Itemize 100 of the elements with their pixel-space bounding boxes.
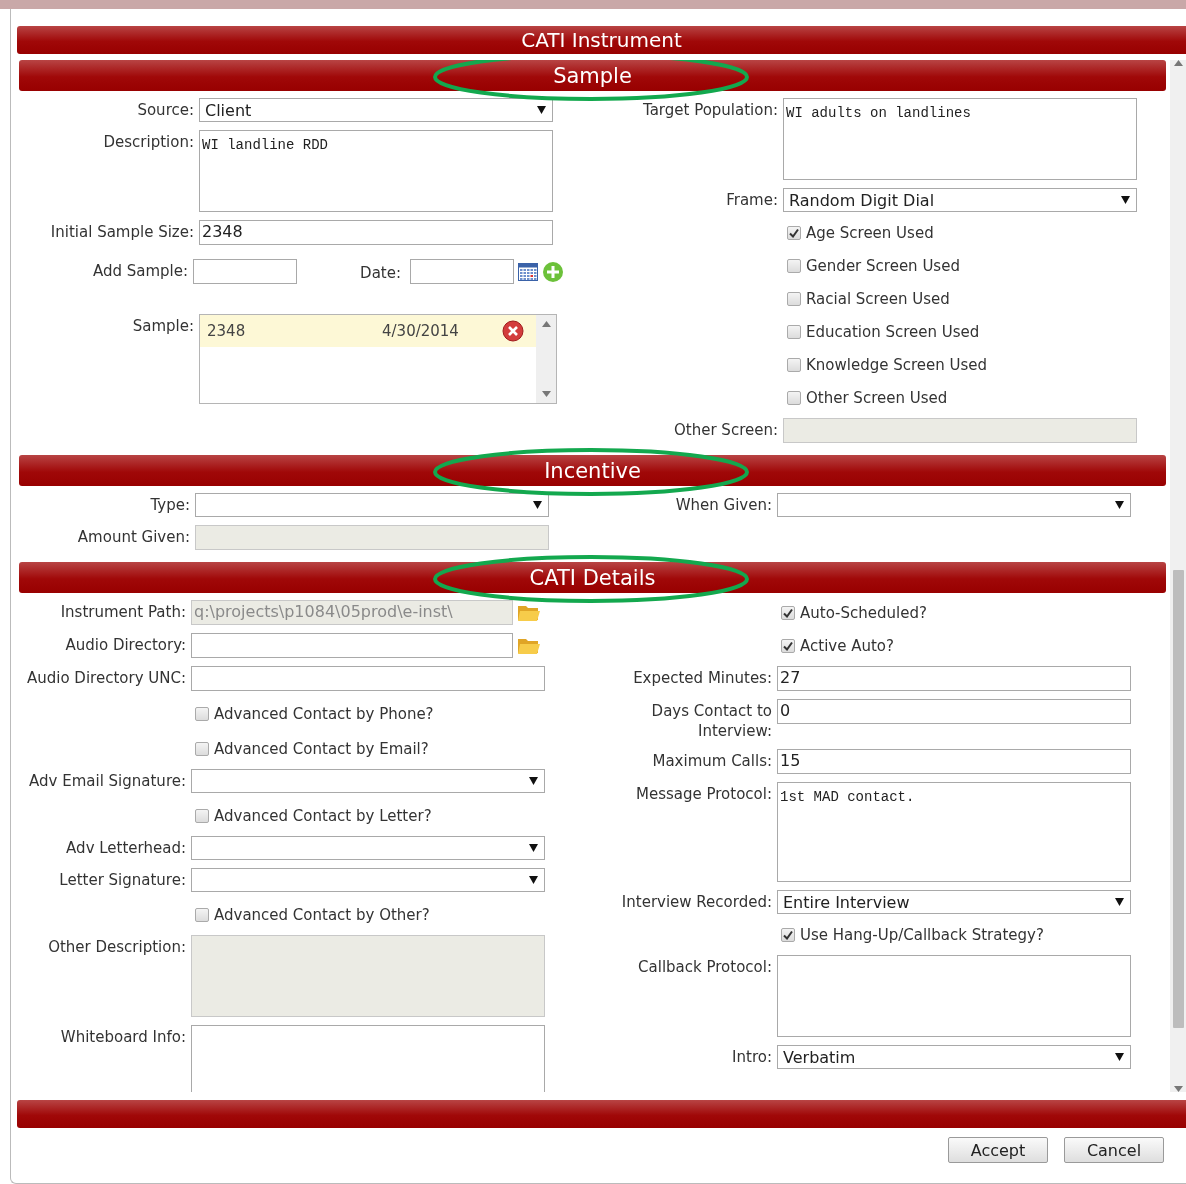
checkbox[interactable] [787, 358, 801, 372]
caret-icon [1115, 501, 1124, 509]
check-icon [783, 608, 793, 618]
checkbox-label: Active Auto? [800, 637, 894, 655]
checkbox[interactable] [195, 742, 209, 756]
field-label: Other Screen: [673, 420, 779, 440]
field-label: Amount Given: [76, 527, 191, 547]
field-label: Adv Email Signature: [28, 771, 187, 791]
date-field[interactable] [410, 259, 514, 284]
field-label: Description: [102, 132, 195, 152]
dialog-title: CATI Instrument [17, 26, 1186, 54]
checkbox[interactable] [195, 707, 209, 721]
checkbox[interactable] [787, 325, 801, 339]
dropdown-field[interactable] [195, 493, 549, 517]
dropdown-field[interactable] [191, 769, 545, 793]
dropdown-field[interactable]: Entire Interview [777, 890, 1131, 914]
dropdown-field[interactable]: Client [199, 98, 553, 122]
checkbox[interactable] [787, 226, 801, 240]
list-scrollbar[interactable] [536, 315, 556, 403]
checkbox-label: Racial Screen Used [806, 290, 950, 308]
caret-icon [1115, 898, 1124, 906]
checkbox[interactable] [787, 259, 801, 273]
field-label: Callback Protocol: [637, 957, 773, 977]
checkbox[interactable] [781, 928, 795, 942]
text-area[interactable] [191, 1025, 545, 1092]
text-area[interactable]: 1st MAD contact. [777, 782, 1131, 882]
text-field[interactable]: 27 [777, 666, 1131, 691]
dialog-button[interactable]: Cancel [1064, 1137, 1164, 1163]
checkbox-label: Knowledge Screen Used [806, 356, 988, 374]
check-icon [783, 641, 793, 651]
scroll-up-icon[interactable] [1173, 60, 1183, 66]
caret-icon [537, 106, 546, 114]
checkbox-label: Advanced Contact by Letter? [214, 807, 432, 825]
field-label: Other Description: [47, 937, 187, 957]
field-label: Frame: [725, 190, 779, 210]
caret-icon [533, 501, 542, 509]
dropdown-field[interactable] [191, 836, 545, 860]
field-label: Whiteboard Info: [59, 1027, 187, 1047]
field-label: Source: [136, 100, 195, 120]
checkbox-label: Other Screen Used [806, 389, 948, 407]
checkbox-label: Use Hang-Up/Callback Strategy? [800, 926, 1044, 944]
text-field[interactable] [191, 666, 545, 691]
folder-icon[interactable] [517, 603, 541, 622]
caret-icon [529, 876, 538, 884]
checkbox-label: Gender Screen Used [806, 257, 960, 275]
caret-icon [1121, 196, 1130, 204]
text-area[interactable] [777, 955, 1131, 1037]
caret-icon [1115, 1053, 1124, 1061]
checkbox-label: Advanced Contact by Phone? [214, 705, 434, 723]
scrollbar[interactable] [1170, 60, 1186, 1092]
field-label: Target Population: [641, 100, 779, 120]
check-icon [789, 228, 799, 238]
sample-date: 4/30/2014 [382, 322, 460, 340]
text-field[interactable]: 15 [777, 749, 1131, 774]
field-label: Date: [359, 262, 402, 283]
text-field[interactable] [193, 259, 297, 284]
field-label: Intro: [731, 1047, 773, 1067]
field-label: Initial Sample Size: [49, 222, 195, 242]
dropdown-field[interactable] [191, 868, 545, 892]
field-label: Type: [149, 495, 191, 515]
field-label: Audio Directory UNC: [25, 668, 187, 688]
field-label: Adv Letterhead: [65, 838, 187, 858]
sample-count: 2348 [207, 322, 247, 340]
checkbox-label: Auto-Scheduled? [800, 604, 927, 622]
check-icon [783, 930, 793, 940]
field-label: Days Contact to Interview: [650, 701, 773, 741]
scroll-up-icon[interactable] [541, 321, 551, 327]
dropdown-field[interactable]: Verbatim [777, 1045, 1131, 1069]
text-field[interactable]: 2348 [199, 220, 553, 245]
text-area[interactable]: WI landline RDD [199, 130, 553, 212]
checkbox[interactable] [195, 908, 209, 922]
field-label: Letter Signature: [58, 870, 187, 890]
text-field[interactable] [191, 633, 513, 658]
checkbox[interactable] [195, 809, 209, 823]
checkbox[interactable] [781, 639, 795, 653]
folder-icon[interactable] [517, 636, 541, 655]
sample-row[interactable]: 2348 4/30/2014 [200, 315, 536, 347]
checkbox-label: Age Screen Used [806, 224, 934, 242]
field-label: When Given: [674, 495, 773, 515]
checkbox[interactable] [787, 391, 801, 405]
calendar-icon[interactable] [518, 262, 538, 281]
field-label: Sample: [131, 316, 195, 336]
checkbox[interactable] [787, 292, 801, 306]
text-area[interactable]: WI adults on landlines [783, 98, 1137, 180]
field-label: Expected Minutes: [632, 668, 773, 688]
dialog-button[interactable]: Accept [948, 1137, 1048, 1163]
checkbox[interactable] [781, 606, 795, 620]
scroll-down-icon[interactable] [541, 391, 551, 397]
dropdown-field[interactable] [777, 493, 1131, 517]
checkbox-label: Advanced Contact by Other? [214, 906, 430, 924]
field-label: Maximum Calls: [651, 751, 773, 771]
text-field[interactable]: 0 [777, 699, 1131, 724]
field-label: Instrument Path: [59, 602, 187, 622]
caret-icon [529, 844, 538, 852]
dropdown-field[interactable]: Random Digit Dial [783, 188, 1137, 212]
field-label: Interview Recorded: [620, 892, 773, 912]
delete-icon[interactable] [502, 320, 524, 342]
checkbox-label: Advanced Contact by Email? [214, 740, 429, 758]
scroll-down-icon[interactable] [1173, 1086, 1183, 1092]
field-label: Audio Directory: [64, 635, 187, 655]
